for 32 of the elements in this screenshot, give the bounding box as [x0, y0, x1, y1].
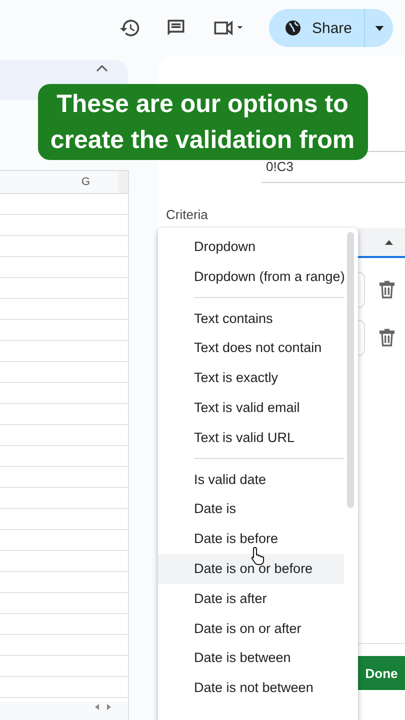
trash-icon[interactable]: [377, 328, 397, 348]
hand-cursor-icon: [250, 546, 266, 566]
menu-option[interactable]: Text contains: [158, 304, 344, 334]
menu-option[interactable]: Date is on or after: [158, 614, 344, 644]
menu-option[interactable]: Date is between: [158, 643, 344, 674]
menu-option[interactable]: Dropdown (from a range): [158, 262, 344, 292]
share-button[interactable]: Share: [268, 9, 365, 47]
menu-option[interactable]: Date is on or before: [158, 554, 344, 584]
trash-icon[interactable]: [377, 280, 397, 300]
menu-option[interactable]: Text is valid email: [158, 392, 344, 423]
menu-option[interactable]: Date is: [158, 494, 344, 524]
column-header[interactable]: G: [0, 171, 118, 193]
menu-scrollbar[interactable]: [347, 232, 354, 508]
caret-up-icon[interactable]: [96, 64, 108, 72]
vertical-scrollbar[interactable]: [118, 171, 128, 193]
menu-option[interactable]: Date is not between: [158, 673, 344, 703]
criteria-label: Criteria: [166, 207, 209, 222]
caption-overlay: These are our options to create the validation from: [38, 84, 368, 160]
menu-option[interactable]: Date is after: [158, 584, 344, 614]
menu-option[interactable]: Text is valid URL: [158, 422, 344, 453]
globe-icon: [284, 19, 302, 37]
range-text: 0!C3: [266, 159, 294, 174]
menu-option[interactable]: Text is exactly: [158, 363, 344, 393]
menu-option[interactable]: Date is before: [158, 524, 344, 554]
done-button[interactable]: Done: [358, 656, 405, 690]
caret-up-icon: [385, 240, 393, 244]
share-options-button[interactable]: [365, 9, 393, 47]
menu-option[interactable]: Is valid date: [158, 464, 344, 494]
menu-option[interactable]: Dropdown: [158, 232, 344, 262]
caret-down-icon: [374, 26, 384, 30]
history-icon[interactable]: [118, 17, 141, 39]
menu-option[interactable]: Text does not contain: [158, 333, 344, 364]
